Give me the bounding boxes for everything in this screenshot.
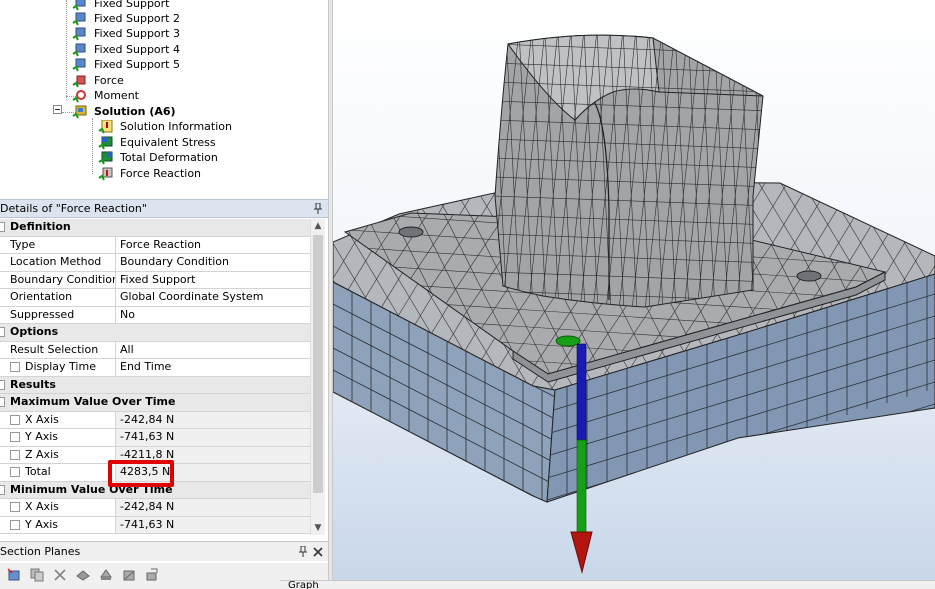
max-z-checkbox[interactable] xyxy=(10,449,20,460)
solution-information-icon xyxy=(98,120,113,134)
details-panel-header: Details of "Force Reaction" xyxy=(0,199,328,218)
force-reaction-icon xyxy=(98,167,113,181)
mesh-model xyxy=(333,34,935,574)
min-y-checkbox[interactable] xyxy=(10,519,20,530)
details-grid: Definition Type Force Reaction Location M… xyxy=(0,219,310,535)
max-total-checkbox[interactable] xyxy=(10,467,20,477)
outline-tree: Fixed Support Fixed Support 2 Fixed Supp… xyxy=(0,0,328,194)
total-deformation-icon xyxy=(98,151,113,165)
row-result-selection[interactable]: Result Selection All xyxy=(0,341,310,359)
equivalent-stress-icon xyxy=(98,136,113,150)
max-x-checkbox[interactable] xyxy=(10,414,20,425)
group-definition[interactable]: Definition xyxy=(0,219,310,237)
tree-item-fixed-support-2[interactable]: Fixed Support 2 xyxy=(72,11,180,27)
row-location-method[interactable]: Location Method Boundary Condition xyxy=(0,254,310,272)
pin-icon[interactable] xyxy=(313,203,323,214)
group-options[interactable]: Options xyxy=(0,324,310,342)
tree-item-equivalent-stress[interactable]: Equivalent Stress xyxy=(98,135,216,151)
group-max-over-time[interactable]: Maximum Value Over Time xyxy=(0,394,310,412)
graphics-viewport[interactable] xyxy=(333,0,935,580)
copy-section-plane-icon[interactable] xyxy=(30,568,44,582)
new-section-plane-icon[interactable] xyxy=(7,568,21,582)
section-planes-toolbar xyxy=(0,563,328,588)
fixed-support-icon xyxy=(72,43,86,57)
fixed-support-icon xyxy=(72,0,86,11)
delete-icon[interactable] xyxy=(53,568,67,582)
row-display-time[interactable]: Display Time End Time xyxy=(0,359,310,377)
row-min-x-axis[interactable]: X Axis -242,84 N xyxy=(0,499,310,517)
hatch-icon[interactable] xyxy=(122,568,136,582)
scroll-down-icon[interactable]: ▼ xyxy=(311,521,325,535)
row-suppressed[interactable]: Suppressed No xyxy=(0,306,310,324)
row-boundary-condition[interactable]: Boundary Condition Fixed Support xyxy=(0,271,310,289)
solution-collapse-toggle[interactable] xyxy=(53,105,62,114)
row-max-y-axis[interactable]: Y Axis -741,63 N xyxy=(0,429,310,447)
tree-item-total-deformation[interactable]: Total Deformation xyxy=(98,150,218,166)
details-title: Details of "Force Reaction" xyxy=(0,202,147,215)
tree-item-force[interactable]: Force xyxy=(72,73,124,89)
section-planes-header: Section Planes xyxy=(0,541,328,561)
group-results[interactable]: Results xyxy=(0,376,310,394)
force-icon xyxy=(72,75,86,88)
tree-item-fixed-support-3[interactable]: Fixed Support 3 xyxy=(72,26,180,42)
display-time-checkbox[interactable] xyxy=(10,362,20,372)
tree-item-solution-information[interactable]: Solution Information xyxy=(98,119,232,135)
left-panel: Fixed Support Fixed Support 2 Fixed Supp… xyxy=(0,0,328,588)
flip-icon[interactable] xyxy=(145,568,159,582)
show-plane-icon[interactable] xyxy=(76,568,90,582)
tree-item-fixed-support-4[interactable]: Fixed Support 4 xyxy=(72,42,180,58)
row-max-x-axis[interactable]: X Axis -242,84 N xyxy=(0,411,310,429)
fixed-support-icon xyxy=(72,58,86,72)
tree-item-solution[interactable]: Solution (A6) xyxy=(72,104,176,120)
max-y-checkbox[interactable] xyxy=(10,432,20,442)
row-min-y-axis[interactable]: Y Axis -741,63 N xyxy=(0,516,310,534)
close-icon[interactable] xyxy=(313,547,323,557)
scroll-thumb[interactable] xyxy=(313,235,323,493)
solution-icon xyxy=(72,105,87,119)
details-scrollbar[interactable]: ▲ ▼ xyxy=(310,219,325,535)
fixed-support-icon xyxy=(72,27,86,41)
moment-icon xyxy=(72,90,86,103)
pin-icon[interactable] xyxy=(298,546,308,557)
scroll-up-icon[interactable]: ▲ xyxy=(311,219,325,233)
row-type[interactable]: Type Force Reaction xyxy=(0,236,310,254)
cap-icon[interactable] xyxy=(99,568,113,582)
row-orientation[interactable]: Orientation Global Coordinate System xyxy=(0,289,310,307)
fixed-support-icon xyxy=(72,12,86,26)
tree-item-fixed-support-5[interactable]: Fixed Support 5 xyxy=(72,57,180,73)
total-value-highlight-box xyxy=(108,460,174,487)
tree-item-moment[interactable]: Moment xyxy=(72,88,139,104)
min-x-checkbox[interactable] xyxy=(10,502,20,512)
tree-item-force-reaction[interactable]: Force Reaction xyxy=(98,166,201,182)
